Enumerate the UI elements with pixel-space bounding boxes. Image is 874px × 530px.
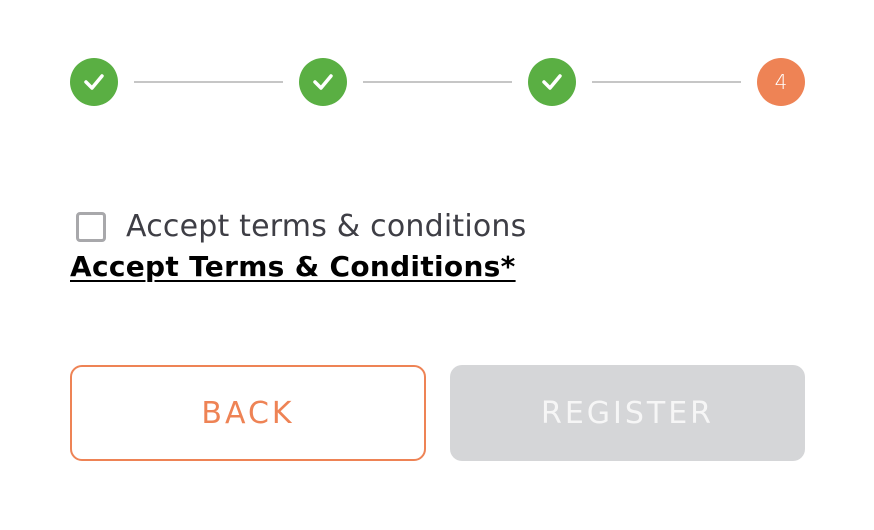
step-2-complete: [299, 58, 347, 106]
terms-checkbox-label[interactable]: Accept terms & conditions: [126, 209, 526, 244]
check-icon: [84, 74, 104, 90]
register-button[interactable]: REGISTER: [450, 365, 805, 461]
step-connector: [134, 81, 283, 83]
terms-checkbox[interactable]: [76, 211, 106, 242]
register-button-label: REGISTER: [540, 395, 715, 431]
step-number: 4: [774, 70, 788, 94]
back-button-label: BACK: [201, 395, 295, 431]
back-button[interactable]: BACK: [70, 365, 426, 461]
step-1-complete: [70, 58, 118, 106]
step-4-current: 4: [757, 58, 805, 106]
step-3-complete: [528, 58, 576, 106]
terms-checkbox-row[interactable]: Accept terms & conditions: [76, 209, 526, 244]
check-icon: [542, 74, 562, 90]
check-icon: [313, 74, 333, 90]
terms-conditions-link[interactable]: Accept Terms & Conditions*: [70, 250, 516, 283]
step-connector: [592, 81, 741, 83]
step-connector: [363, 81, 512, 83]
progress-stepper: 4: [70, 58, 805, 106]
